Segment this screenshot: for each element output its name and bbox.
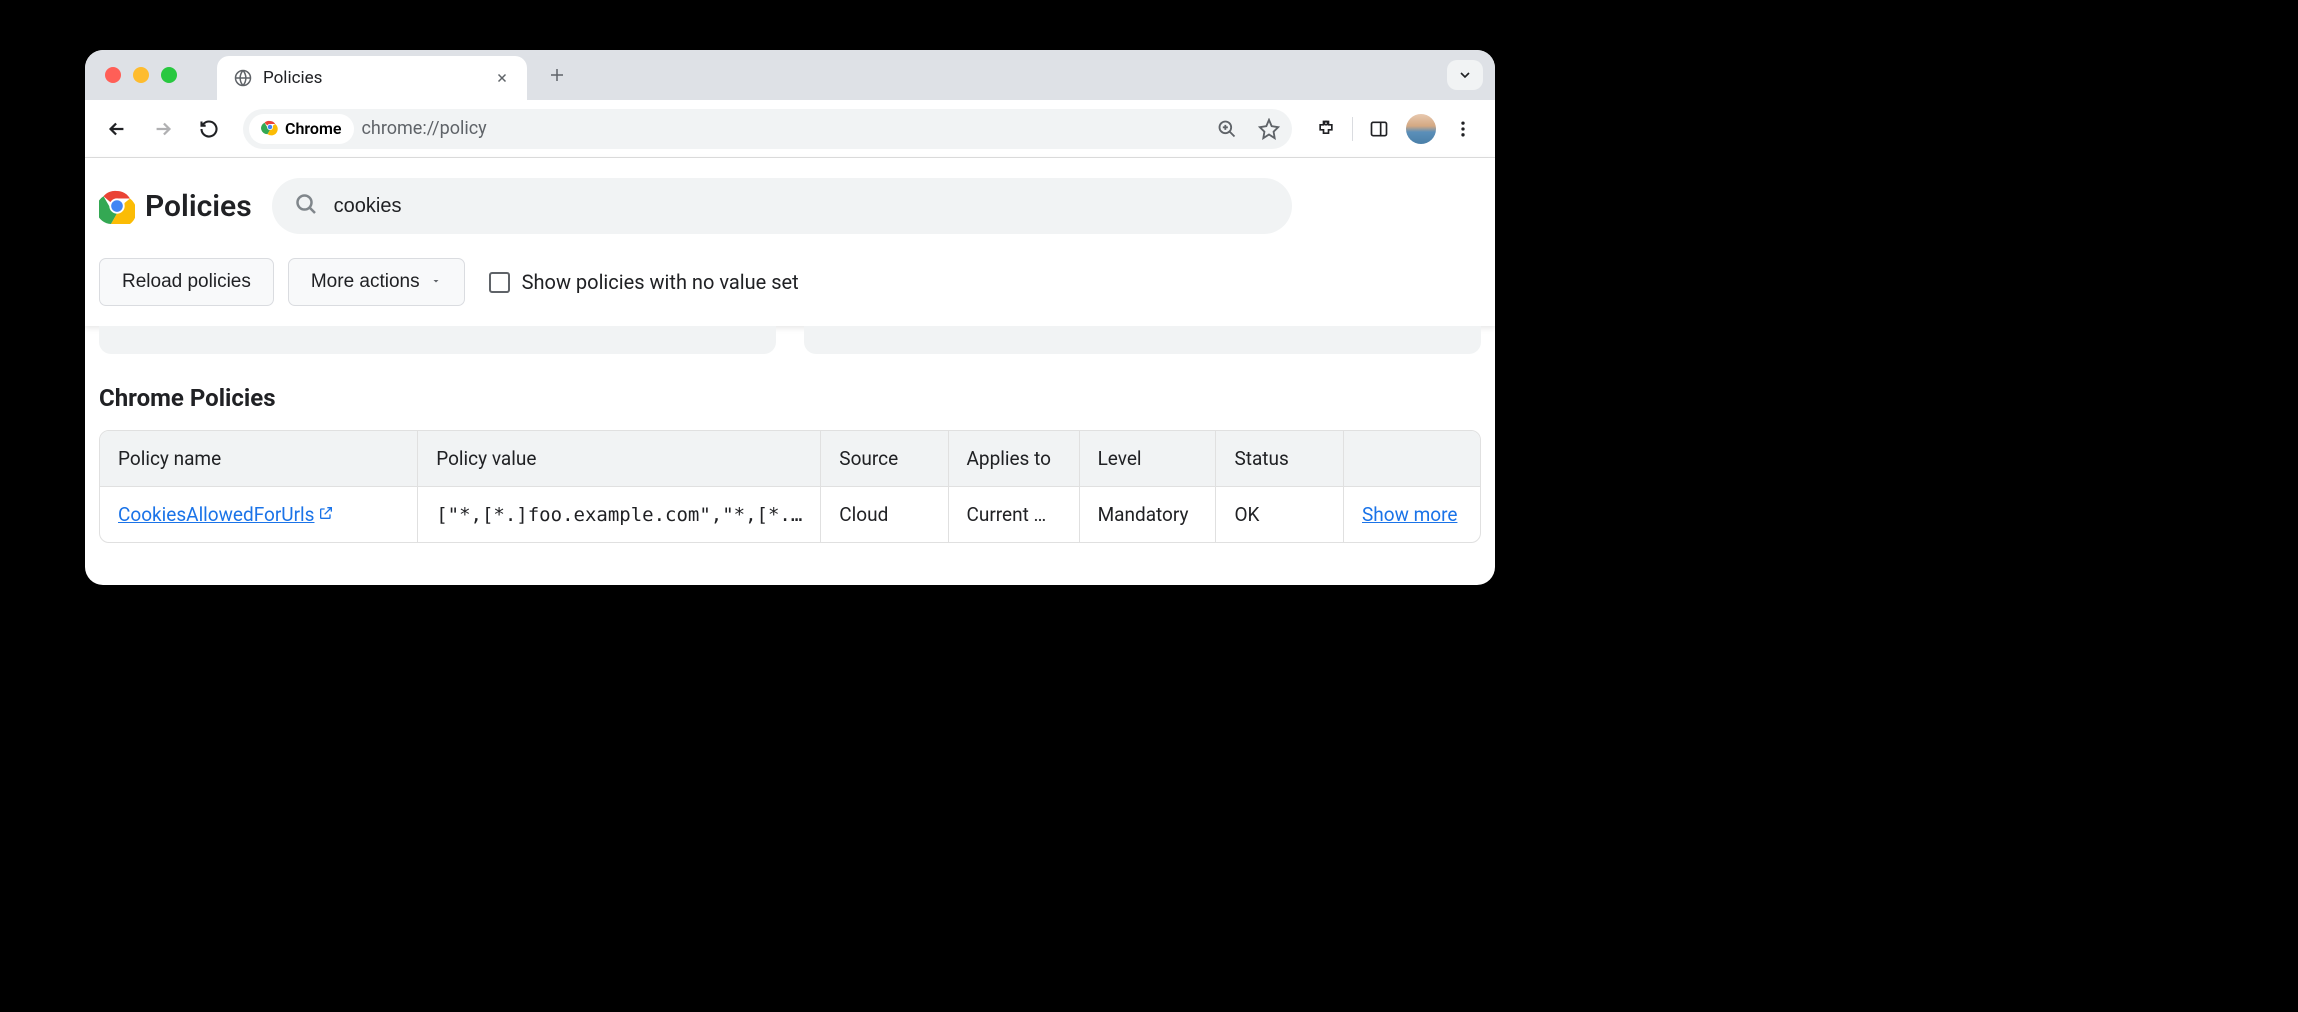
page-title: Policies (145, 189, 252, 224)
policy-table: Policy name Policy value Source Applies … (99, 430, 1481, 543)
window-controls (85, 67, 197, 83)
policy-search[interactable] (272, 178, 1292, 234)
reload-policies-button[interactable]: Reload policies (99, 258, 274, 306)
status-card (804, 326, 1481, 354)
chrome-icon (261, 118, 279, 140)
chrome-logo-icon (99, 188, 135, 224)
policy-level-cell: Mandatory (1079, 487, 1216, 543)
tab-strip: Policies (85, 50, 1495, 100)
th-policy-name: Policy name (100, 431, 418, 487)
more-actions-label: More actions (311, 271, 420, 293)
show-no-value-checkbox-row[interactable]: Show policies with no value set (489, 270, 799, 294)
site-chip-label: Chrome (285, 119, 342, 138)
search-icon (294, 192, 318, 220)
close-tab-button[interactable] (493, 69, 511, 87)
browser-window: Policies Chrome ch (85, 50, 1495, 585)
th-level: Level (1079, 431, 1216, 487)
extensions-icon[interactable] (1306, 109, 1346, 149)
divider (1352, 117, 1353, 141)
toolbar-actions (1306, 109, 1483, 149)
table-header-row: Policy name Policy value Source Applies … (100, 431, 1480, 487)
policy-value-cell: ["*,[*.]foo.example.com","*,[*.… (418, 487, 821, 543)
reload-policies-label: Reload policies (122, 271, 251, 293)
table-row: CookiesAllowedForUrls ["*,[*.]foo.exampl… (100, 487, 1480, 543)
url-text: chrome://policy (362, 118, 1203, 139)
page-content: Policies Reload policies More actions (85, 158, 1495, 543)
th-applies: Applies to (948, 431, 1079, 487)
maximize-window-button[interactable] (161, 67, 177, 83)
external-link-icon (318, 503, 334, 526)
checkbox[interactable] (489, 272, 510, 293)
new-tab-button[interactable] (539, 57, 575, 93)
policy-name-text: CookiesAllowedForUrls (118, 503, 314, 526)
status-card (99, 326, 776, 354)
page-logo: Policies (99, 188, 252, 224)
zoom-icon[interactable] (1210, 112, 1244, 146)
th-policy-value: Policy value (418, 431, 821, 487)
minimize-window-button[interactable] (133, 67, 149, 83)
avatar (1406, 114, 1436, 144)
tab-list-dropdown[interactable] (1447, 60, 1483, 90)
browser-tab[interactable]: Policies (217, 56, 527, 100)
address-bar[interactable]: Chrome chrome://policy (243, 109, 1292, 149)
th-source: Source (821, 431, 948, 487)
show-more-link[interactable]: Show more (1362, 503, 1457, 526)
browser-toolbar: Chrome chrome://policy (85, 100, 1495, 158)
sticky-header: Policies Reload policies More actions (85, 158, 1495, 326)
menu-icon[interactable] (1443, 109, 1483, 149)
checkbox-label: Show policies with no value set (522, 270, 799, 294)
search-input[interactable] (334, 195, 1270, 218)
bookmark-icon[interactable] (1252, 112, 1286, 146)
back-button[interactable] (97, 109, 137, 149)
caret-down-icon (430, 271, 442, 293)
more-actions-button[interactable]: More actions (288, 258, 465, 306)
profile-avatar[interactable] (1401, 109, 1441, 149)
globe-icon (233, 68, 253, 88)
tab-title: Policies (263, 68, 483, 88)
status-cards-peek (99, 326, 1481, 354)
forward-button[interactable] (143, 109, 183, 149)
policy-name-link[interactable]: CookiesAllowedForUrls (118, 503, 334, 526)
section-title: Chrome Policies (99, 384, 1481, 412)
close-window-button[interactable] (105, 67, 121, 83)
policy-source-cell: Cloud (821, 487, 948, 543)
site-chip[interactable]: Chrome (249, 114, 354, 144)
sidepanel-icon[interactable] (1359, 109, 1399, 149)
th-status: Status (1216, 431, 1344, 487)
reload-button[interactable] (189, 109, 229, 149)
policy-applies-cell: Current … (948, 487, 1079, 543)
policy-status-cell: OK (1216, 487, 1344, 543)
th-action (1344, 431, 1480, 487)
